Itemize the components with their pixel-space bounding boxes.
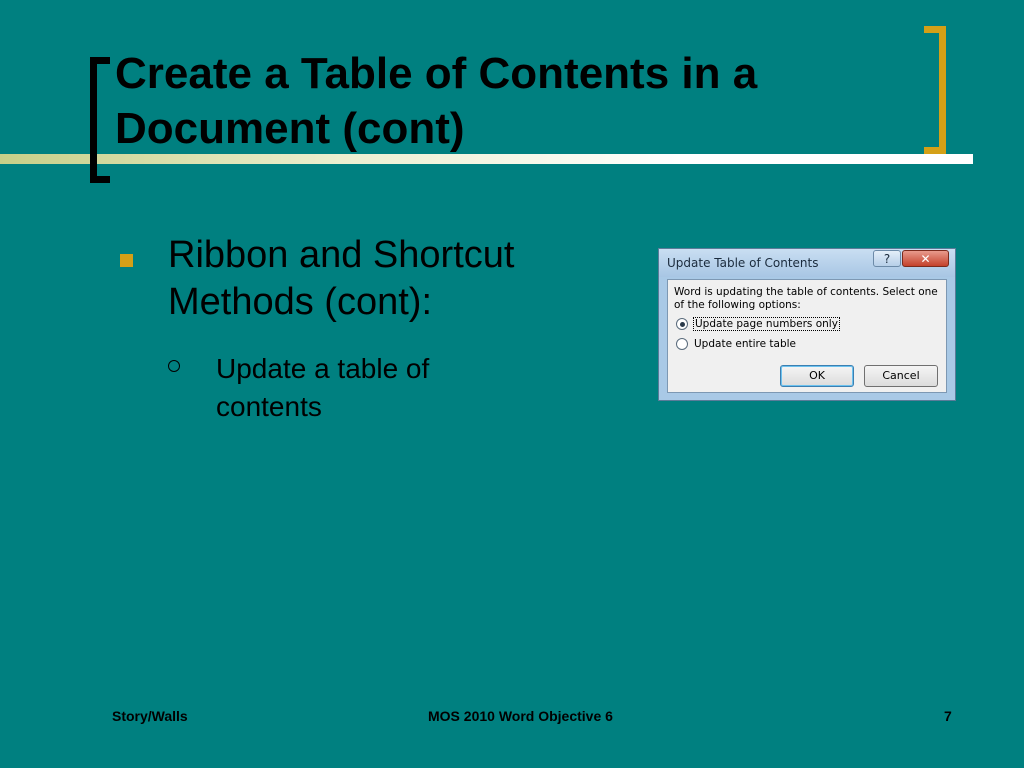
bullet-level1-text: Ribbon and Shortcut Methods (cont):: [168, 234, 515, 323]
dialog-titlebar: Update Table of Contents ? ✕: [659, 249, 955, 277]
option-label: Update entire table: [694, 338, 796, 350]
left-bracket-decoration: [90, 57, 110, 183]
dialog-body: Word is updating the table of contents. …: [667, 279, 947, 393]
slide-title: Create a Table of Contents in a Document…: [115, 49, 758, 153]
update-toc-dialog-screenshot: Update Table of Contents ? ✕ Word is upd…: [658, 248, 956, 401]
dialog-message: Word is updating the table of contents. …: [674, 286, 938, 311]
slide: Create a Table of Contents in a Document…: [0, 0, 1024, 768]
footer-center: MOS 2010 Word Objective 6: [428, 708, 613, 724]
cancel-button[interactable]: Cancel: [864, 365, 938, 387]
close-button[interactable]: ✕: [902, 250, 949, 267]
bullet-level2-text: Update a table of contents: [216, 353, 430, 422]
radio-unselected-icon[interactable]: [676, 338, 688, 350]
footer-left: Story/Walls: [112, 708, 188, 724]
dialog-title: Update Table of Contents: [667, 256, 819, 270]
ok-button[interactable]: OK: [780, 365, 854, 387]
option-label: Update page numbers only: [693, 317, 840, 331]
right-bracket-decoration: [924, 26, 946, 154]
radio-selected-icon[interactable]: [676, 318, 688, 330]
page-number: 7: [944, 708, 952, 724]
help-button[interactable]: ?: [873, 250, 901, 267]
option-update-page-numbers[interactable]: Update page numbers only: [676, 317, 840, 331]
option-update-entire-table[interactable]: Update entire table: [676, 338, 796, 351]
square-bullet-icon: [120, 254, 133, 267]
circle-bullet-icon: [168, 360, 180, 372]
